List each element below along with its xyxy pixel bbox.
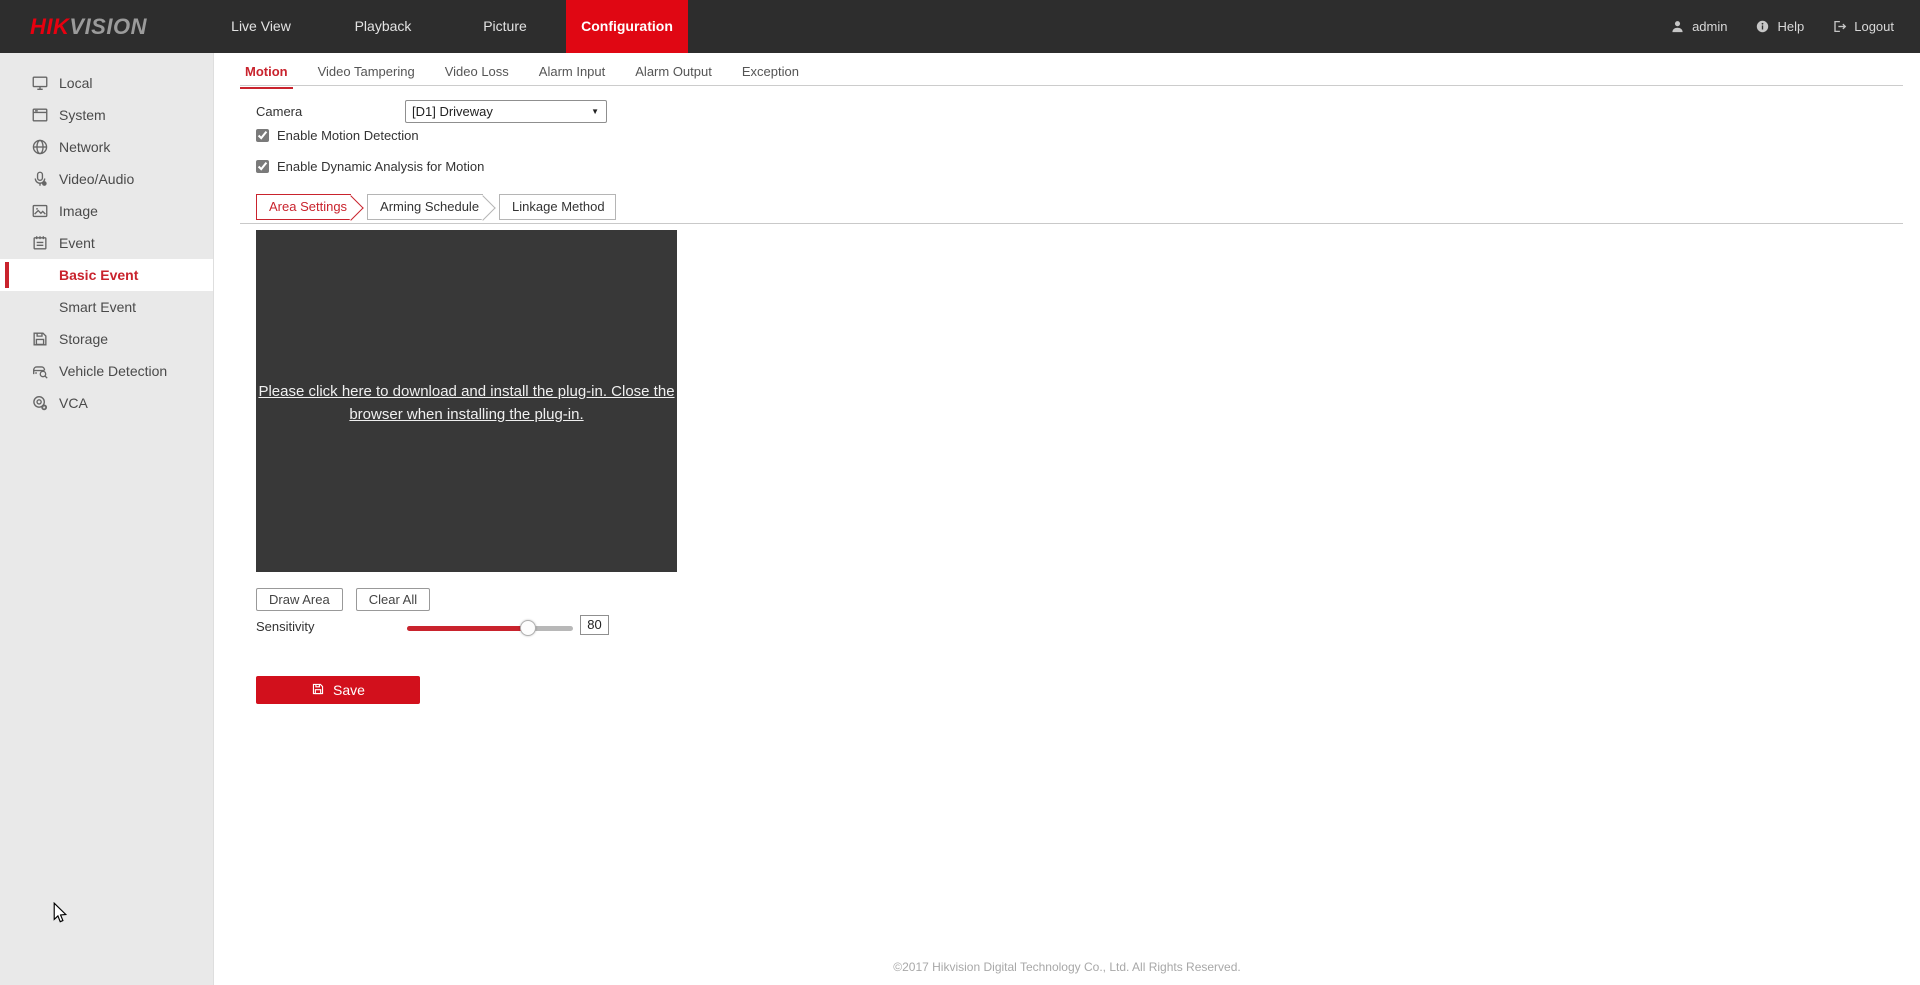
sidebar-item-vehicle-detection[interactable]: Vehicle Detection — [0, 355, 213, 387]
sidebar-item-video-audio[interactable]: Video/Audio — [0, 163, 213, 195]
subtab-linkage-method[interactable]: Linkage Method — [499, 194, 616, 220]
logo-part-gray: VISION — [69, 14, 147, 39]
top-navigation-bar: HIKVISION Live View Playback Picture Con… — [0, 0, 1920, 53]
enable-motion-detection-row: Enable Motion Detection — [256, 128, 419, 143]
enable-dynamic-analysis-row: Enable Dynamic Analysis for Motion — [256, 159, 484, 174]
sidebar-item-label: Network — [59, 139, 110, 155]
settings-subtabs: Area Settings Arming Schedule Linkage Me… — [256, 194, 632, 220]
info-icon — [1755, 19, 1770, 34]
save-button-label: Save — [333, 682, 365, 698]
clear-all-button[interactable]: Clear All — [356, 588, 430, 611]
footer-copyright: ©2017 Hikvision Digital Technology Co., … — [214, 960, 1920, 974]
nav-picture[interactable]: Picture — [444, 0, 566, 53]
area-buttons-row: Draw Area Clear All — [256, 588, 430, 611]
sidebar-item-storage[interactable]: Storage — [0, 323, 213, 355]
enable-motion-detection-label: Enable Motion Detection — [277, 128, 419, 143]
save-button[interactable]: Save — [256, 676, 420, 704]
tab-divider-line — [240, 85, 1903, 86]
sidebar-item-vca[interactable]: VCA — [0, 387, 213, 419]
sidebar-item-label: Event — [59, 235, 95, 251]
camera-select[interactable]: [D1] Driveway ▼ — [405, 100, 607, 123]
sidebar-item-network[interactable]: Network — [0, 131, 213, 163]
sidebar-item-label: Image — [59, 203, 98, 219]
logout-icon — [1832, 19, 1847, 34]
save-icon — [311, 682, 325, 699]
sensitivity-slider[interactable] — [407, 614, 573, 642]
sidebar-item-label: Storage — [59, 331, 108, 347]
sidebar-item-label: Video/Audio — [59, 171, 134, 187]
hikvision-logo: HIKVISION — [30, 0, 147, 53]
main-nav-items: Live View Playback Picture Configuration — [200, 0, 688, 53]
sensitivity-value-box[interactable]: 80 — [580, 615, 609, 635]
microphone-icon — [30, 169, 50, 189]
storage-icon — [30, 329, 50, 349]
image-icon — [30, 201, 50, 221]
sidebar-item-label: Smart Event — [59, 299, 136, 315]
logout-label: Logout — [1854, 19, 1894, 34]
sidebar-item-label: System — [59, 107, 106, 123]
video-preview-area: Please click here to download and instal… — [256, 230, 677, 572]
user-name: admin — [1692, 19, 1727, 34]
sidebar-item-label: Vehicle Detection — [59, 363, 167, 379]
nav-configuration[interactable]: Configuration — [566, 0, 688, 53]
nav-live-view[interactable]: Live View — [200, 0, 322, 53]
sidebar-item-label: VCA — [59, 395, 88, 411]
chevron-down-icon: ▼ — [591, 101, 599, 122]
camera-label: Camera — [256, 104, 302, 119]
nav-playback[interactable]: Playback — [322, 0, 444, 53]
sidebar: Local System Network Video/Audio Image E… — [0, 53, 214, 985]
event-icon — [30, 233, 50, 253]
camera-select-value: [D1] Driveway — [412, 104, 493, 119]
logout-button[interactable]: Logout — [1832, 19, 1894, 34]
subtab-divider-line — [240, 223, 1903, 224]
sidebar-item-event[interactable]: Event — [0, 227, 213, 259]
subtab-arming-schedule[interactable]: Arming Schedule — [367, 194, 483, 220]
slider-fill — [407, 626, 528, 631]
nav-user-area: admin Help Logout — [1670, 0, 1894, 53]
sensitivity-label: Sensitivity — [256, 619, 315, 634]
sidebar-item-local[interactable]: Local — [0, 67, 213, 99]
enable-dynamic-analysis-label: Enable Dynamic Analysis for Motion — [277, 159, 484, 174]
sidebar-item-image[interactable]: Image — [0, 195, 213, 227]
window-icon — [30, 105, 50, 125]
help-label: Help — [1777, 19, 1804, 34]
main-content: Motion Video Tampering Video Loss Alarm … — [214, 53, 1920, 985]
plugin-download-link[interactable]: Please click here to download and instal… — [256, 380, 677, 426]
sidebar-item-system[interactable]: System — [0, 99, 213, 131]
user-menu[interactable]: admin — [1670, 19, 1727, 34]
sidebar-item-label: Basic Event — [59, 267, 138, 283]
monitor-icon — [30, 73, 50, 93]
help-button[interactable]: Help — [1755, 19, 1804, 34]
slider-thumb[interactable] — [520, 620, 536, 636]
globe-icon — [30, 137, 50, 157]
vehicle-icon — [30, 361, 50, 381]
sidebar-item-smart-event[interactable]: Smart Event — [0, 291, 213, 323]
logo-part-red: HIK — [30, 14, 69, 39]
draw-area-button[interactable]: Draw Area — [256, 588, 343, 611]
sidebar-menu: Local System Network Video/Audio Image E… — [0, 67, 213, 419]
enable-dynamic-analysis-checkbox[interactable] — [256, 160, 269, 173]
vca-icon — [30, 393, 50, 413]
sidebar-item-label: Local — [59, 75, 92, 91]
subtab-area-settings[interactable]: Area Settings — [256, 194, 351, 220]
user-icon — [1670, 19, 1685, 34]
sidebar-item-basic-event[interactable]: Basic Event — [0, 259, 213, 291]
enable-motion-detection-checkbox[interactable] — [256, 129, 269, 142]
